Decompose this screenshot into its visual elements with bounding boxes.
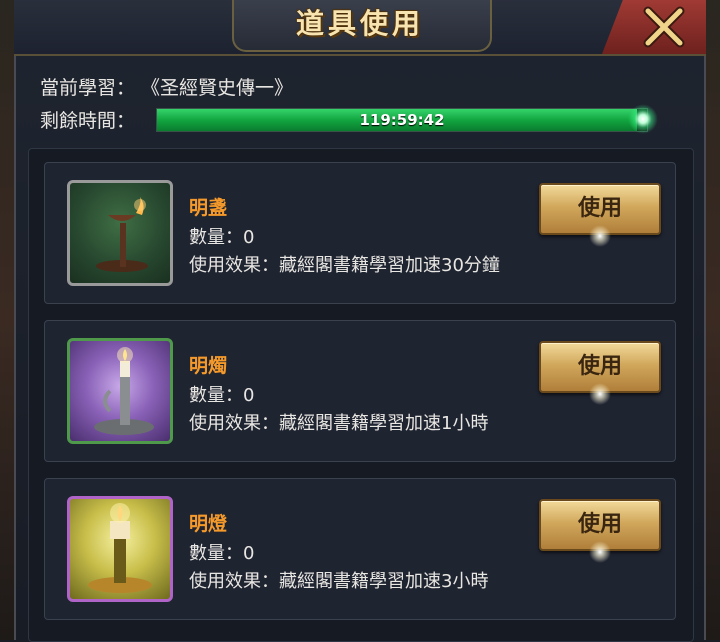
item-card: 明盞 數量：0 使用效果：藏經閣書籍學習加速30分鐘 使用 [44, 162, 676, 304]
background-right [706, 0, 720, 640]
golden-lamp-icon [67, 496, 173, 602]
remaining-time-value: 119:59:42 [359, 111, 445, 129]
current-study-row: 當前學習： 《圣經賢史傳一》 [40, 73, 293, 100]
item-card: 明燈 數量：0 使用效果：藏經閣書籍學習加速3小時 使用 [44, 478, 676, 620]
current-study-label: 當前學習： [40, 77, 136, 99]
button-glow-icon [589, 541, 611, 563]
dialog-title: 道具使用 [295, 7, 424, 40]
button-glow-icon [589, 225, 611, 247]
current-study-value: 《圣經賢史傳一》 [141, 77, 294, 99]
remaining-time-progress-bar: 119:59:42 [156, 108, 648, 132]
item-card: 明燭 數量：0 使用效果：藏經閣書籍學習加速1小時 使用 [44, 320, 676, 462]
item-quantity: 數量：0 [189, 385, 255, 406]
remaining-time-row: 剩餘時間： [40, 106, 135, 133]
item-quantity: 數量：0 [189, 543, 255, 564]
background-left [0, 0, 14, 640]
item-name: 明燭 [189, 355, 228, 377]
item-effect: 使用效果：藏經閣書籍學習加速3小時 [189, 571, 489, 592]
item-name: 明盞 [189, 197, 228, 219]
remaining-time-label: 剩餘時間： [40, 110, 136, 132]
use-button[interactable]: 使用 [539, 183, 661, 247]
oil-lamp-icon [67, 180, 173, 286]
item-effect: 使用效果：藏經閣書籍學習加速30分鐘 [189, 255, 500, 276]
candlestick-icon [67, 338, 173, 444]
progress-sparkle-icon [628, 104, 658, 134]
item-name: 明燈 [189, 513, 228, 535]
use-button[interactable]: 使用 [539, 499, 661, 563]
close-icon [643, 6, 685, 48]
item-effect: 使用效果：藏經閣書籍學習加速1小時 [189, 413, 489, 434]
item-quantity: 數量：0 [189, 227, 255, 248]
button-glow-icon [589, 383, 611, 405]
use-button[interactable]: 使用 [539, 341, 661, 405]
